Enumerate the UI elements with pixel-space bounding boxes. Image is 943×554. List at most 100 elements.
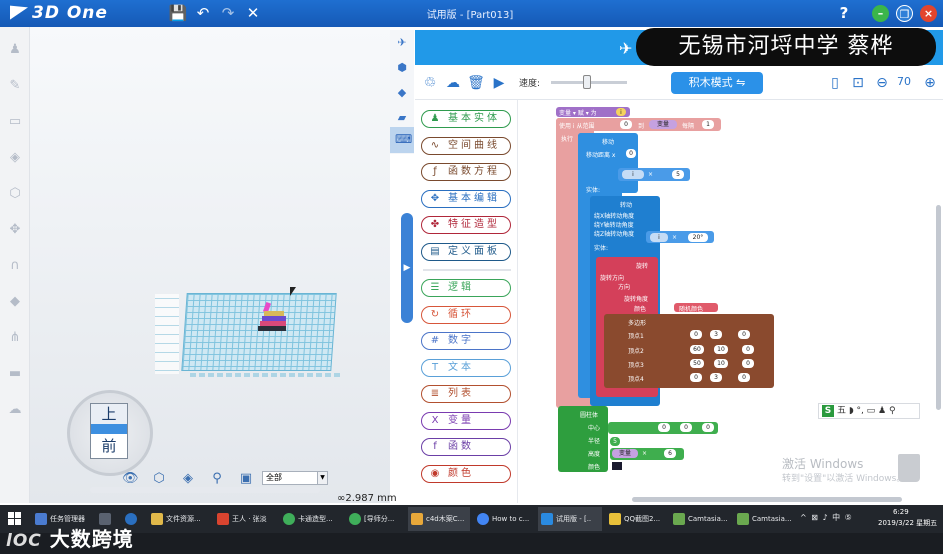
brush-icon[interactable]: ✎: [7, 78, 23, 94]
cube-icon[interactable]: ◆: [7, 294, 23, 310]
category-feature-modeling[interactable]: ✤ 特征造型: [421, 216, 511, 234]
share-icon[interactable]: ♲: [421, 74, 439, 92]
task-explorer[interactable]: 文件资源...: [148, 507, 208, 531]
view-top[interactable]: 上: [91, 404, 127, 424]
task-app-3[interactable]: [导师分...: [346, 507, 404, 531]
upload-icon[interactable]: ☁: [444, 74, 462, 92]
zoom-icon[interactable]: ⚲: [209, 471, 225, 487]
measure-readout: ∞2.987 mm: [337, 493, 397, 504]
cube-stack-icon[interactable]: ⬢: [394, 60, 410, 76]
task-qq[interactable]: QQ截图2...: [606, 507, 666, 531]
close-button[interactable]: ×: [920, 5, 937, 22]
workspace-hscroll[interactable]: [632, 497, 902, 502]
block-cylinder-height[interactable]: 变量 × 6: [610, 448, 684, 460]
category-label: 文本: [448, 362, 474, 373]
move-icon[interactable]: ✥: [7, 222, 23, 238]
task-camtasia-2[interactable]: Camtasia...: [734, 507, 794, 531]
block-icon[interactable]: ◆: [394, 85, 410, 101]
close-doc-button[interactable]: ✕: [243, 3, 263, 23]
block-rotate-z[interactable]: i × 20°: [646, 231, 714, 243]
view-cube-icon[interactable]: ⬡: [151, 471, 167, 487]
category-basic-solid[interactable]: ♟ 基本实体: [421, 110, 511, 128]
task-3done[interactable]: 试用版 - [..: [538, 507, 602, 531]
maximize-button[interactable]: ❐: [896, 5, 913, 22]
cylinder-radius-value[interactable]: 5: [610, 437, 620, 446]
category-logic[interactable]: ☰ 逻辑: [421, 279, 511, 297]
filter-select[interactable]: 全部 ▼: [262, 471, 328, 485]
view-cube[interactable]: 上 前: [90, 403, 128, 459]
filter-icon[interactable]: ▣: [238, 471, 254, 487]
category-icon: T: [431, 362, 439, 373]
block-loop-head[interactable]: 使用 i 从范围 0 到 变量 每隔 1: [556, 118, 721, 131]
block-cylinder[interactable]: 圆柱体 中心 半径 高度 颜色: [558, 406, 608, 472]
viewport-scrollbar[interactable]: [90, 487, 320, 493]
task-icon: [217, 513, 229, 525]
category-variable[interactable]: X 变量: [421, 412, 511, 430]
category-space-curve[interactable]: ∿ 空间曲线: [421, 137, 511, 155]
activate-windows-sub: 转到"设置"以激活 Windows。: [782, 474, 906, 484]
category-basic-edit[interactable]: ✥ 基本编辑: [421, 190, 511, 208]
collapse-handle[interactable]: ▶: [401, 213, 413, 323]
category-label: 颜色: [448, 468, 474, 479]
plane-logo-icon: ✈: [619, 39, 633, 58]
workspace-vscroll[interactable]: [936, 205, 941, 410]
category-color[interactable]: ◉ 颜色: [421, 465, 511, 483]
view-front[interactable]: 前: [91, 434, 127, 458]
3d-model[interactable]: [252, 301, 288, 333]
block-var-assign[interactable]: 变量 ▾ 赋 ▾ 为 i: [556, 107, 630, 117]
trash-icon[interactable]: [898, 454, 920, 482]
render-icon[interactable]: ◈: [180, 471, 196, 487]
category-list[interactable]: ≣ 列表: [421, 385, 511, 403]
view-edge: [91, 424, 127, 434]
layers-icon[interactable]: ▬: [7, 366, 23, 382]
block-move-z[interactable]: i × 5: [618, 168, 690, 181]
block-cylinder-center[interactable]: 0 0 0: [608, 422, 718, 434]
task-app-4[interactable]: c4d木案C...: [408, 507, 470, 531]
pin-icon[interactable]: ♟: [7, 42, 23, 58]
plane-icon[interactable]: ✈: [394, 35, 410, 51]
category-number[interactable]: # 数字: [421, 332, 511, 350]
layer-icon[interactable]: ▰: [394, 110, 410, 126]
system-tray[interactable]: ^ ⊠ ♪ 中 ⑤: [800, 512, 853, 523]
block-random-color[interactable]: 随机颜色: [674, 303, 718, 313]
fillet-icon[interactable]: ◈: [7, 150, 23, 166]
minimize-button[interactable]: –: [872, 5, 889, 22]
block-palette: ♟ 基本实体 ∿ 空间曲线 ƒ 函数方程 ✥ 基本编辑 ✤ 特征造型 ▤ 定义面板 ☰ 逻辑 …: [415, 100, 518, 503]
category-function-equation[interactable]: ƒ 函数方程: [421, 163, 511, 181]
speed-slider-knob[interactable]: [583, 75, 591, 89]
category-loop[interactable]: ↻ 循环: [421, 306, 511, 324]
category-label: 基本编辑: [448, 193, 500, 204]
block-polygon[interactable]: 多边形 顶点1 顶点2 顶点3 顶点4 0 3 0 60 10 0 50 10 …: [604, 314, 774, 388]
box-icon[interactable]: ⬡: [7, 186, 23, 202]
task-app-1[interactable]: 王人 · 张淡: [214, 507, 276, 531]
watermark-banner: 无锡市河埒中学 蔡桦: [636, 28, 936, 66]
block-workspace[interactable]: 变量 ▾ 赋 ▾ 为 i 使用 i 从范围 0 到 变量 每隔 1 执行 移动 …: [518, 100, 943, 503]
block-mode-button[interactable]: 积木模式 ⇋: [671, 72, 763, 94]
ime-toolbar[interactable]: S五 ◗ °, ▭ ♟ ⚲: [818, 403, 920, 419]
save-button[interactable]: 💾: [168, 3, 188, 23]
page-icon[interactable]: ▯: [826, 74, 844, 92]
focus-icon[interactable]: ⊡: [849, 74, 867, 92]
app-logo-text: 3D One: [32, 3, 108, 23]
cloud-icon[interactable]: ☁: [7, 402, 23, 418]
network-icon[interactable]: ⋔: [7, 330, 23, 346]
category-define-panel[interactable]: ▤ 定义面板: [421, 243, 511, 261]
zoom-in-icon[interactable]: ⊕: [921, 74, 939, 92]
run-icon[interactable]: ▶: [490, 74, 508, 92]
category-function[interactable]: f 函数: [421, 438, 511, 456]
sheet-icon[interactable]: ▭: [7, 114, 23, 130]
help-button[interactable]: ?: [834, 3, 854, 23]
undo-button[interactable]: ↶: [193, 3, 213, 23]
magnet-icon[interactable]: ∩: [7, 258, 23, 274]
block-move-body[interactable]: 移动 移动距离 x 0 实体:: [578, 133, 638, 194]
redo-button[interactable]: ↷: [218, 3, 238, 23]
task-chrome[interactable]: How to c...: [474, 507, 534, 531]
code-mode-icon[interactable]: ⌨: [390, 127, 414, 153]
task-camtasia-1[interactable]: Camtasia...: [670, 507, 730, 531]
zoom-out-icon[interactable]: ⊖: [873, 74, 891, 92]
cylinder-color-swatch[interactable]: [612, 462, 622, 470]
task-app-2[interactable]: 卡通造型...: [280, 507, 342, 531]
category-text[interactable]: T 文本: [421, 359, 511, 377]
delete-icon[interactable]: 🗑: [467, 74, 485, 92]
eye-icon[interactable]: 👁: [122, 471, 139, 487]
